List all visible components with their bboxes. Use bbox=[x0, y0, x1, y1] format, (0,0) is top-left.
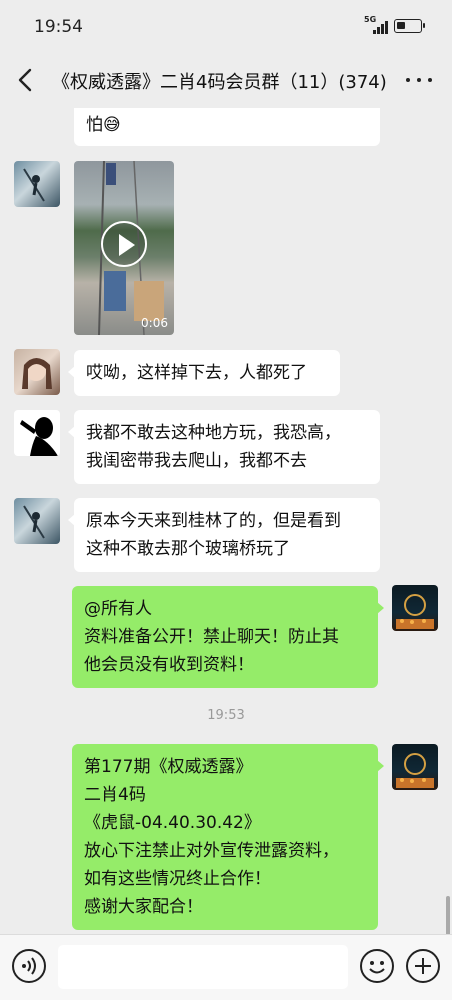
status-bar: 19:54 5G bbox=[0, 0, 452, 52]
message-timestamp: 19:53 bbox=[207, 708, 245, 723]
avatar-image bbox=[396, 594, 434, 629]
scrollbar[interactable] bbox=[446, 896, 450, 934]
input-bar bbox=[0, 934, 452, 1000]
message-bubble-self[interactable]: 第177期《权威透露》 二肖4码 《虎鼠-04.40.30.42》 放心下注禁止… bbox=[72, 744, 384, 930]
chat-header: 《权威透露》二肖4码会员群（11）(374) bbox=[0, 52, 452, 108]
message-list[interactable]: 怕😅 0:06 哎呦，这样掉下去，人都死了 我都不敢去这种地方玩，我恐高， 我闺… bbox=[0, 108, 452, 934]
battery-icon bbox=[394, 19, 425, 33]
message-input[interactable] bbox=[58, 945, 348, 989]
avatar[interactable] bbox=[14, 349, 60, 395]
message-text: 哎呦，这样掉下去，人都死了 bbox=[86, 363, 307, 383]
video-duration: 0:06 bbox=[141, 316, 168, 330]
message-text: 二肖4码 bbox=[84, 785, 146, 805]
avatar-image bbox=[20, 417, 58, 456]
message-text: @所有人 bbox=[84, 599, 152, 619]
message-bubble[interactable]: 哎呦，这样掉下去，人都死了 bbox=[68, 350, 340, 396]
avatar-self[interactable] bbox=[392, 744, 438, 790]
plus-icon[interactable] bbox=[406, 949, 440, 983]
message-text: 这种不敢去那个玻璃桥玩了 bbox=[86, 539, 290, 559]
voice-icon[interactable] bbox=[12, 949, 46, 983]
play-icon[interactable] bbox=[101, 221, 147, 267]
message-text: 《虎鼠-04.40.30.42》 bbox=[84, 813, 261, 833]
emoji-icon[interactable] bbox=[360, 949, 394, 983]
message-text: 怕😅 bbox=[86, 115, 121, 135]
message-bubble[interactable]: 怕😅 bbox=[74, 108, 380, 146]
message-text: 感谢大家配合！ bbox=[84, 897, 203, 917]
avatar[interactable] bbox=[14, 498, 60, 544]
avatar-self[interactable] bbox=[392, 585, 438, 631]
message-bubble[interactable]: 原本今天来到桂林了的，但是看到 这种不敢去那个玻璃桥玩了 bbox=[68, 498, 380, 572]
avatar-image bbox=[23, 168, 45, 202]
message-text: 放心下注禁止对外宣传泄露资料， bbox=[84, 841, 339, 861]
message-text: 如有这些情况终止合作！ bbox=[84, 869, 271, 889]
message-text: 资料准备公开！禁止聊天！防止其 bbox=[84, 627, 339, 647]
chat-title: 《权威透露》二肖4码会员群（11）(374) bbox=[52, 72, 387, 93]
message-text: 我都不敢去这种地方玩，我恐高， bbox=[86, 423, 341, 443]
battery-level bbox=[397, 22, 405, 29]
message-text: 我闺密带我去爬山，我都不去 bbox=[86, 451, 307, 471]
signal-icon: 5G bbox=[364, 15, 388, 34]
video-message[interactable]: 0:06 bbox=[74, 161, 174, 335]
avatar-image bbox=[396, 753, 434, 788]
message-bubble[interactable]: 我都不敢去这种地方玩，我恐高， 我闺密带我去爬山，我都不去 bbox=[68, 410, 380, 484]
chevron-left-icon[interactable] bbox=[14, 67, 38, 93]
avatar[interactable] bbox=[14, 410, 60, 456]
avatar[interactable] bbox=[14, 161, 60, 207]
status-time: 19:54 bbox=[34, 17, 83, 37]
status-icons: 5G bbox=[364, 15, 425, 34]
message-text: 原本今天来到桂林了的，但是看到 bbox=[86, 511, 341, 531]
message-bubble-self[interactable]: @所有人 资料准备公开！禁止聊天！防止其 他会员没有收到资料！ bbox=[72, 586, 384, 688]
message-text: 他会员没有收到资料！ bbox=[84, 655, 254, 675]
avatar-image bbox=[22, 358, 52, 389]
avatar-image bbox=[23, 505, 45, 539]
message-text: 第177期《权威透露》 bbox=[84, 757, 253, 777]
more-dots-icon[interactable] bbox=[406, 70, 432, 90]
